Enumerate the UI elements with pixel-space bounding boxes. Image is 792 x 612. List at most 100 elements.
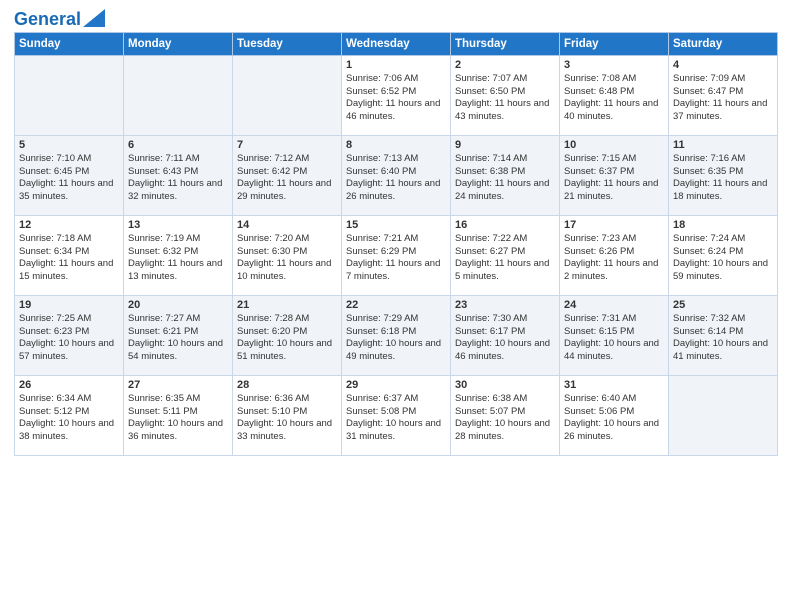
day-info: Sunrise: 6:38 AM Sunset: 5:07 PM Dayligh… (455, 393, 555, 444)
day-info: Sunrise: 7:28 AM Sunset: 6:20 PM Dayligh… (237, 313, 337, 364)
day-number: 1 (346, 59, 446, 71)
day-cell: 18 Sunrise: 7:24 AM Sunset: 6:24 PM Dayli… (669, 215, 778, 295)
day-info: Sunrise: 7:06 AM Sunset: 6:52 PM Dayligh… (346, 73, 446, 124)
day-cell: 19 Sunrise: 7:25 AM Sunset: 6:23 PM Dayli… (15, 295, 124, 375)
day-cell: 6 Sunrise: 7:11 AM Sunset: 6:43 PM Daylig… (124, 135, 233, 215)
day-cell: 10 Sunrise: 7:15 AM Sunset: 6:37 PM Dayli… (560, 135, 669, 215)
day-info: Sunrise: 6:34 AM Sunset: 5:12 PM Dayligh… (19, 393, 119, 444)
week-row-4: 19 Sunrise: 7:25 AM Sunset: 6:23 PM Dayli… (15, 295, 778, 375)
day-info: Sunrise: 7:15 AM Sunset: 6:37 PM Dayligh… (564, 153, 664, 204)
day-info: Sunrise: 6:37 AM Sunset: 5:08 PM Dayligh… (346, 393, 446, 444)
day-number: 7 (237, 139, 337, 151)
day-number: 2 (455, 59, 555, 71)
day-info: Sunrise: 7:27 AM Sunset: 6:21 PM Dayligh… (128, 313, 228, 364)
day-cell: 3Sunrise: 7:08 AM Sunset: 6:48 PM Daylig… (560, 55, 669, 135)
day-number: 17 (564, 219, 664, 231)
day-number: 28 (237, 379, 337, 391)
col-header-thursday: Thursday (451, 32, 560, 55)
header: General (14, 10, 778, 26)
day-info: Sunrise: 7:21 AM Sunset: 6:29 PM Dayligh… (346, 233, 446, 284)
day-cell: 15Sunrise: 7:21 AM Sunset: 6:29 PM Dayli… (342, 215, 451, 295)
day-number: 11 (673, 139, 773, 151)
day-info: Sunrise: 7:14 AM Sunset: 6:38 PM Dayligh… (455, 153, 555, 204)
day-number: 21 (237, 299, 337, 311)
day-info: Sunrise: 7:09 AM Sunset: 6:47 PM Dayligh… (673, 73, 773, 124)
day-number: 20 (128, 299, 228, 311)
day-number: 30 (455, 379, 555, 391)
day-number: 23 (455, 299, 555, 311)
day-cell: 23 Sunrise: 7:30 AM Sunset: 6:17 PM Dayli… (451, 295, 560, 375)
day-number: 12 (19, 219, 119, 231)
col-header-sunday: Sunday (15, 32, 124, 55)
day-cell: 26 Sunrise: 6:34 AM Sunset: 5:12 PM Dayli… (15, 375, 124, 455)
day-cell: 30 Sunrise: 6:38 AM Sunset: 5:07 PM Dayli… (451, 375, 560, 455)
day-number: 31 (564, 379, 664, 391)
day-info: Sunrise: 7:12 AM Sunset: 6:42 PM Dayligh… (237, 153, 337, 204)
day-cell: 2 Sunrise: 7:07 AM Sunset: 6:50 PM Daylig… (451, 55, 560, 135)
day-cell: 16Sunrise: 7:22 AM Sunset: 6:27 PM Dayli… (451, 215, 560, 295)
day-info: Sunrise: 7:16 AM Sunset: 6:35 PM Dayligh… (673, 153, 773, 204)
day-info: Sunrise: 7:08 AM Sunset: 6:48 PM Dayligh… (564, 73, 664, 124)
day-number: 6 (128, 139, 228, 151)
col-header-saturday: Saturday (669, 32, 778, 55)
week-row-5: 26 Sunrise: 6:34 AM Sunset: 5:12 PM Dayli… (15, 375, 778, 455)
day-info: Sunrise: 7:23 AM Sunset: 6:26 PM Dayligh… (564, 233, 664, 284)
day-info: Sunrise: 6:40 AM Sunset: 5:06 PM Dayligh… (564, 393, 664, 444)
day-cell: 25Sunrise: 7:32 AM Sunset: 6:14 PM Dayli… (669, 295, 778, 375)
day-cell (124, 55, 233, 135)
day-cell: 24 Sunrise: 7:31 AM Sunset: 6:15 PM Dayli… (560, 295, 669, 375)
day-number: 22 (346, 299, 446, 311)
day-cell: 22 Sunrise: 7:29 AM Sunset: 6:18 PM Dayli… (342, 295, 451, 375)
col-header-wednesday: Wednesday (342, 32, 451, 55)
day-cell: 28 Sunrise: 6:36 AM Sunset: 5:10 PM Dayli… (233, 375, 342, 455)
day-cell (15, 55, 124, 135)
day-cell: 27Sunrise: 6:35 AM Sunset: 5:11 PM Dayli… (124, 375, 233, 455)
day-number: 19 (19, 299, 119, 311)
day-cell: 20 Sunrise: 7:27 AM Sunset: 6:21 PM Dayli… (124, 295, 233, 375)
day-number: 29 (346, 379, 446, 391)
day-cell: 14 Sunrise: 7:20 AM Sunset: 6:30 PM Dayli… (233, 215, 342, 295)
day-cell: 21 Sunrise: 7:28 AM Sunset: 6:20 PM Dayli… (233, 295, 342, 375)
page-container: General SundayMondayTuesdayWednesdayThur… (0, 0, 792, 464)
day-number: 4 (673, 59, 773, 71)
week-row-2: 5 Sunrise: 7:10 AM Sunset: 6:45 PM Daylig… (15, 135, 778, 215)
day-cell: 5 Sunrise: 7:10 AM Sunset: 6:45 PM Daylig… (15, 135, 124, 215)
day-cell: 13 Sunrise: 7:19 AM Sunset: 6:32 PM Dayli… (124, 215, 233, 295)
day-cell: 7 Sunrise: 7:12 AM Sunset: 6:42 PM Daylig… (233, 135, 342, 215)
day-number: 14 (237, 219, 337, 231)
day-number: 13 (128, 219, 228, 231)
header-row: SundayMondayTuesdayWednesdayThursdayFrid… (15, 32, 778, 55)
day-info: Sunrise: 7:19 AM Sunset: 6:32 PM Dayligh… (128, 233, 228, 284)
day-number: 24 (564, 299, 664, 311)
col-header-tuesday: Tuesday (233, 32, 342, 55)
col-header-friday: Friday (560, 32, 669, 55)
day-number: 16 (455, 219, 555, 231)
day-number: 5 (19, 139, 119, 151)
day-number: 25 (673, 299, 773, 311)
logo-text: General (14, 10, 81, 30)
calendar-table: SundayMondayTuesdayWednesdayThursdayFrid… (14, 32, 778, 456)
day-number: 18 (673, 219, 773, 231)
day-info: Sunrise: 7:31 AM Sunset: 6:15 PM Dayligh… (564, 313, 664, 364)
day-info: Sunrise: 7:10 AM Sunset: 6:45 PM Dayligh… (19, 153, 119, 204)
day-cell: 31 Sunrise: 6:40 AM Sunset: 5:06 PM Dayli… (560, 375, 669, 455)
day-number: 9 (455, 139, 555, 151)
logo: General (14, 10, 105, 26)
day-info: Sunrise: 7:07 AM Sunset: 6:50 PM Dayligh… (455, 73, 555, 124)
day-cell: 8Sunrise: 7:13 AM Sunset: 6:40 PM Daylig… (342, 135, 451, 215)
day-number: 10 (564, 139, 664, 151)
day-info: Sunrise: 6:35 AM Sunset: 5:11 PM Dayligh… (128, 393, 228, 444)
week-row-3: 12 Sunrise: 7:18 AM Sunset: 6:34 PM Dayli… (15, 215, 778, 295)
day-cell (669, 375, 778, 455)
day-info: Sunrise: 7:20 AM Sunset: 6:30 PM Dayligh… (237, 233, 337, 284)
day-info: Sunrise: 7:24 AM Sunset: 6:24 PM Dayligh… (673, 233, 773, 284)
logo-arrow-icon (83, 9, 105, 27)
day-info: Sunrise: 7:11 AM Sunset: 6:43 PM Dayligh… (128, 153, 228, 204)
day-info: Sunrise: 7:29 AM Sunset: 6:18 PM Dayligh… (346, 313, 446, 364)
day-number: 26 (19, 379, 119, 391)
day-info: Sunrise: 7:30 AM Sunset: 6:17 PM Dayligh… (455, 313, 555, 364)
day-info: Sunrise: 7:18 AM Sunset: 6:34 PM Dayligh… (19, 233, 119, 284)
day-info: Sunrise: 7:25 AM Sunset: 6:23 PM Dayligh… (19, 313, 119, 364)
day-info: Sunrise: 6:36 AM Sunset: 5:10 PM Dayligh… (237, 393, 337, 444)
day-cell: 4 Sunrise: 7:09 AM Sunset: 6:47 PM Daylig… (669, 55, 778, 135)
